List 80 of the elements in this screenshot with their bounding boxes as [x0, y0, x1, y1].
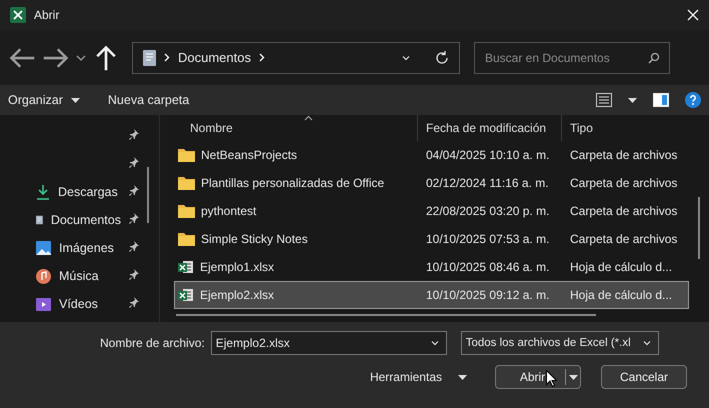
- folder-icon: [178, 148, 195, 162]
- file-name: Ejemplo1.xlsx: [200, 260, 274, 274]
- refresh-icon[interactable]: [435, 50, 449, 64]
- pin-icon: [129, 213, 139, 224]
- column-header[interactable]: Fecha de modificación: [418, 115, 562, 141]
- sort-caret-icon[interactable]: [304, 115, 313, 121]
- file-row[interactable]: Simple Sticky Notes 10/10/2025 07:53 a. m. Carpeta de archivos: [174, 225, 689, 253]
- file-name: Ejemplo2.xlsx: [200, 288, 274, 302]
- type-cell-text: Carpeta de archivos: [569, 204, 678, 218]
- sidebar-item[interactable]: Descargas: [58, 185, 121, 199]
- sidebar-item[interactable]: Imágenes: [59, 241, 121, 255]
- file-name: Plantillas personalizadas de Office: [201, 176, 384, 190]
- file-type-dropdown[interactable]: Todos los archivos de Excel (*.xl: [460, 331, 659, 355]
- folder-icon: [178, 176, 195, 190]
- view-dropdown-triangle-icon[interactable]: [628, 98, 637, 102]
- pin-icon: [129, 269, 139, 280]
- excel-app-icon: [10, 7, 26, 23]
- mouse-cursor-icon: [546, 370, 557, 387]
- pin-icon: [129, 297, 139, 308]
- tools-menu[interactable]: Herramientas: [366, 365, 471, 389]
- excel-file-icon: [178, 259, 194, 275]
- type-cell-text: Carpeta de archivos: [569, 232, 678, 246]
- file-row[interactable]: Ejemplo2.xlsx 10/10/2025 09:12 a. m. Hoja de cálculo d...: [174, 281, 689, 309]
- recent-locations-chevron-icon[interactable]: [76, 52, 86, 62]
- date-cell-text: 10/10/2025 08:46 a. m.: [425, 260, 550, 274]
- pin-icon: [129, 241, 139, 252]
- date-cell-text: 04/04/2025 10:10 a. m.: [425, 148, 550, 162]
- dropdown-chevron-icon[interactable]: [430, 338, 440, 348]
- excel-file-icon: [178, 287, 194, 303]
- file-name: NetBeansProjects: [201, 148, 298, 162]
- search-field[interactable]: Buscar en Documentos: [474, 42, 670, 74]
- document-icon: [143, 50, 156, 66]
- file-row[interactable]: pythontest 22/08/2025 03:20 p. m. Carpeta de archivos: [174, 197, 689, 225]
- dropdown-triangle-icon[interactable]: [458, 374, 467, 380]
- file-name: Simple Sticky Notes: [201, 232, 308, 246]
- type-cell-text: Carpeta de archivos: [569, 148, 678, 162]
- pin-icon: [129, 185, 139, 196]
- file-row[interactable]: Ejemplo1.xlsx 10/10/2025 08:46 a. m. Hoja de cálculo d...: [174, 253, 689, 281]
- search-icon[interactable]: [648, 52, 660, 64]
- sidebar-item[interactable]: Vídeos: [59, 297, 121, 311]
- date-cell-text: 10/10/2025 07:53 a. m.: [425, 232, 550, 246]
- dropdown-chevron-icon[interactable]: [642, 338, 652, 348]
- type-cell-text: Hoja de cálculo d...: [569, 288, 674, 302]
- breadcrumb-chevron-icon[interactable]: [164, 53, 170, 62]
- file-row[interactable]: NetBeansProjects 04/04/2025 10:10 a. m. Carpeta de archivos: [174, 141, 689, 169]
- address-bar[interactable]: Documentos: [132, 42, 460, 74]
- preview-pane-icon[interactable]: [653, 93, 669, 107]
- filename-label: Nombre de archivo:: [100, 336, 205, 350]
- window-title: Abrir: [34, 8, 60, 22]
- pin-icon: [129, 157, 139, 168]
- close-icon[interactable]: [687, 9, 699, 21]
- file-row[interactable]: Plantillas personalizadas de Office 02/12/2024 11:16 a. m. Carpeta de archivos: [174, 169, 689, 197]
- dropdown-triangle-icon[interactable]: [70, 98, 80, 102]
- breadcrumb-chevron-icon[interactable]: [258, 53, 265, 62]
- sidebar-item[interactable]: Documentos: [50, 213, 121, 227]
- type-cell-text: Hoja de cálculo d...: [569, 260, 674, 274]
- breadcrumb-item[interactable]: Documentos: [178, 50, 251, 65]
- new-folder-button[interactable]: Nueva carpeta: [108, 93, 190, 107]
- column-header[interactable]: Tipo: [562, 115, 673, 141]
- cancel-button[interactable]: Cancelar: [601, 365, 687, 389]
- help-icon[interactable]: [685, 92, 701, 108]
- folder-icon: [178, 232, 195, 246]
- sidebar-item[interactable]: Música: [59, 269, 121, 283]
- list-view-icon[interactable]: [596, 93, 612, 107]
- split-dropdown-triangle-icon[interactable]: [568, 374, 578, 380]
- file-name: pythontest: [201, 204, 256, 218]
- video-icon: [36, 298, 51, 310]
- pin-icon: [129, 129, 139, 140]
- music-icon: [36, 268, 51, 284]
- date-cell-text: 02/12/2024 11:16 a. m.: [425, 176, 550, 190]
- folder-icon: [178, 204, 195, 218]
- type-cell-text: Carpeta de archivos: [569, 176, 678, 190]
- picture-icon: [36, 241, 51, 255]
- download-icon: [36, 184, 50, 200]
- column-header[interactable]: Nombre: [160, 115, 418, 141]
- date-cell-text: 22/08/2025 03:20 p. m.: [425, 204, 550, 218]
- open-button[interactable]: Abrir: [495, 365, 581, 389]
- date-cell-text: 10/10/2025 09:12 a. m.: [425, 288, 550, 302]
- filename-field[interactable]: Ejemplo2.xlsx: [210, 331, 447, 355]
- organize-menu[interactable]: Organizar: [8, 93, 80, 107]
